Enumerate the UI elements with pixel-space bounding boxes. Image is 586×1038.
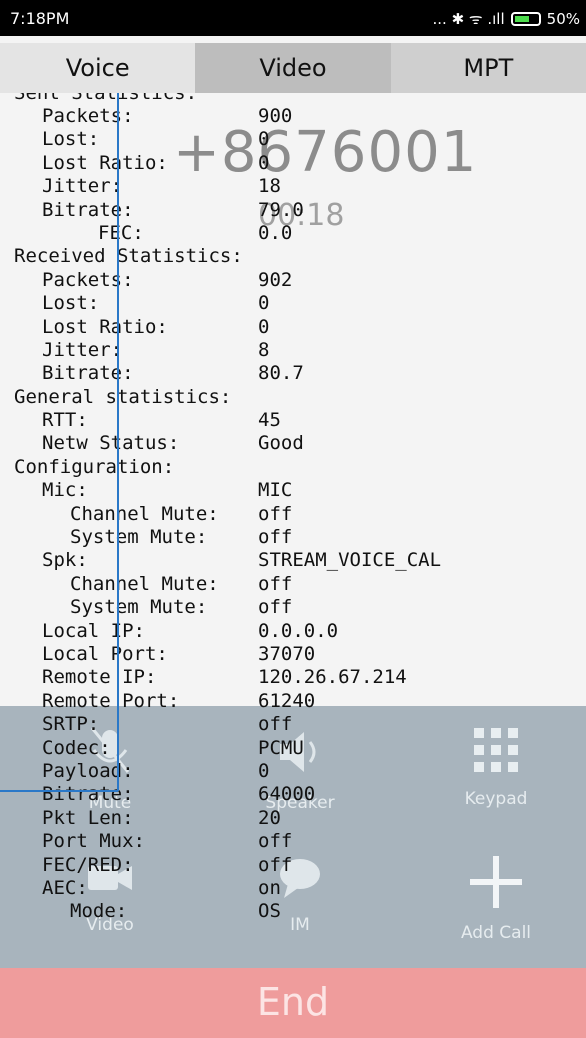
stat-row: Channel Mute: off — [70, 502, 293, 525]
stat-row: Codec: PCMU — [42, 736, 304, 759]
stat-row: Payload: 0 — [42, 759, 270, 782]
statistics-overlay: Sent Statistics: Packets: 900 Lost: 0 Lost… — [14, 93, 584, 1038]
debug-guide-horizontal — [0, 790, 118, 792]
general-statistics-header: General statistics: — [14, 385, 232, 408]
stat-row: Remote IP: 120.26.67.214 — [42, 666, 407, 689]
configuration-header: Configuration: — [14, 455, 175, 478]
stat-row: Lost: 0 — [42, 128, 270, 151]
stat-row: Local Port: 37070 — [42, 642, 316, 665]
battery-icon — [510, 12, 541, 26]
stat-row: Lost Ratio: 0 — [42, 151, 270, 174]
stat-row: Packets: 900 — [42, 105, 293, 127]
status-time: 7:18PM — [10, 9, 70, 28]
stat-row: SRTP: off — [42, 713, 293, 736]
stat-row: Remote Port: 61240 — [42, 689, 316, 712]
stat-row: Spk: STREAM_VOICE_CAL — [42, 549, 442, 572]
stat-row: Mic: MIC — [42, 479, 293, 502]
stat-row: Mode: OS — [70, 900, 281, 923]
stat-row: AEC: on — [42, 876, 281, 899]
stat-row: FEC/RED: off — [42, 853, 293, 876]
received-statistics-header: Received Statistics: — [14, 245, 243, 268]
tab-mpt[interactable]: MPT — [390, 43, 586, 93]
status-indicators: ... ✱ ᯤ .ıll 50% — [433, 9, 581, 29]
stat-row: FEC: 0.0 — [98, 221, 293, 244]
stat-row: Bitrate: 80.7 — [42, 362, 304, 385]
status-bar: 7:18PM ... ✱ ᯤ .ıll 50% — [0, 0, 586, 36]
sent-statistics-header: Sent Statistics: — [14, 93, 198, 104]
tab-video[interactable]: Video — [195, 43, 391, 93]
stat-row: Lost: 0 — [42, 292, 270, 315]
stat-row: Packets: 902 — [42, 268, 293, 291]
stat-row: Lost Ratio: 0 — [42, 315, 270, 338]
stat-row: System Mute: off — [70, 526, 293, 549]
debug-guide-vertical — [117, 93, 119, 791]
stat-row: Local IP: 0.0.0.0 — [42, 619, 339, 642]
stat-row: System Mute: off — [70, 596, 293, 619]
stat-row: Netw Status: Good — [42, 432, 304, 455]
tab-bar: Voice Video MPT — [0, 43, 586, 93]
stat-row: Jitter: 8 — [42, 338, 270, 361]
stat-row: Bitrate: 64000 — [42, 783, 316, 806]
battery-percent: 50% — [546, 10, 580, 28]
stat-row: Port Mux: off — [42, 830, 293, 853]
tab-voice[interactable]: Voice — [0, 43, 196, 93]
stat-row: Pkt Len: 20 — [42, 806, 281, 829]
stat-row: Jitter: 18 — [42, 175, 281, 198]
signal-icons: ... ✱ ᯤ .ıll — [432, 10, 505, 28]
stat-row: RTT: 45 — [42, 409, 281, 432]
stat-row: Bitrate: 79.0 — [42, 198, 304, 221]
stat-row: Channel Mute: off — [70, 572, 293, 595]
